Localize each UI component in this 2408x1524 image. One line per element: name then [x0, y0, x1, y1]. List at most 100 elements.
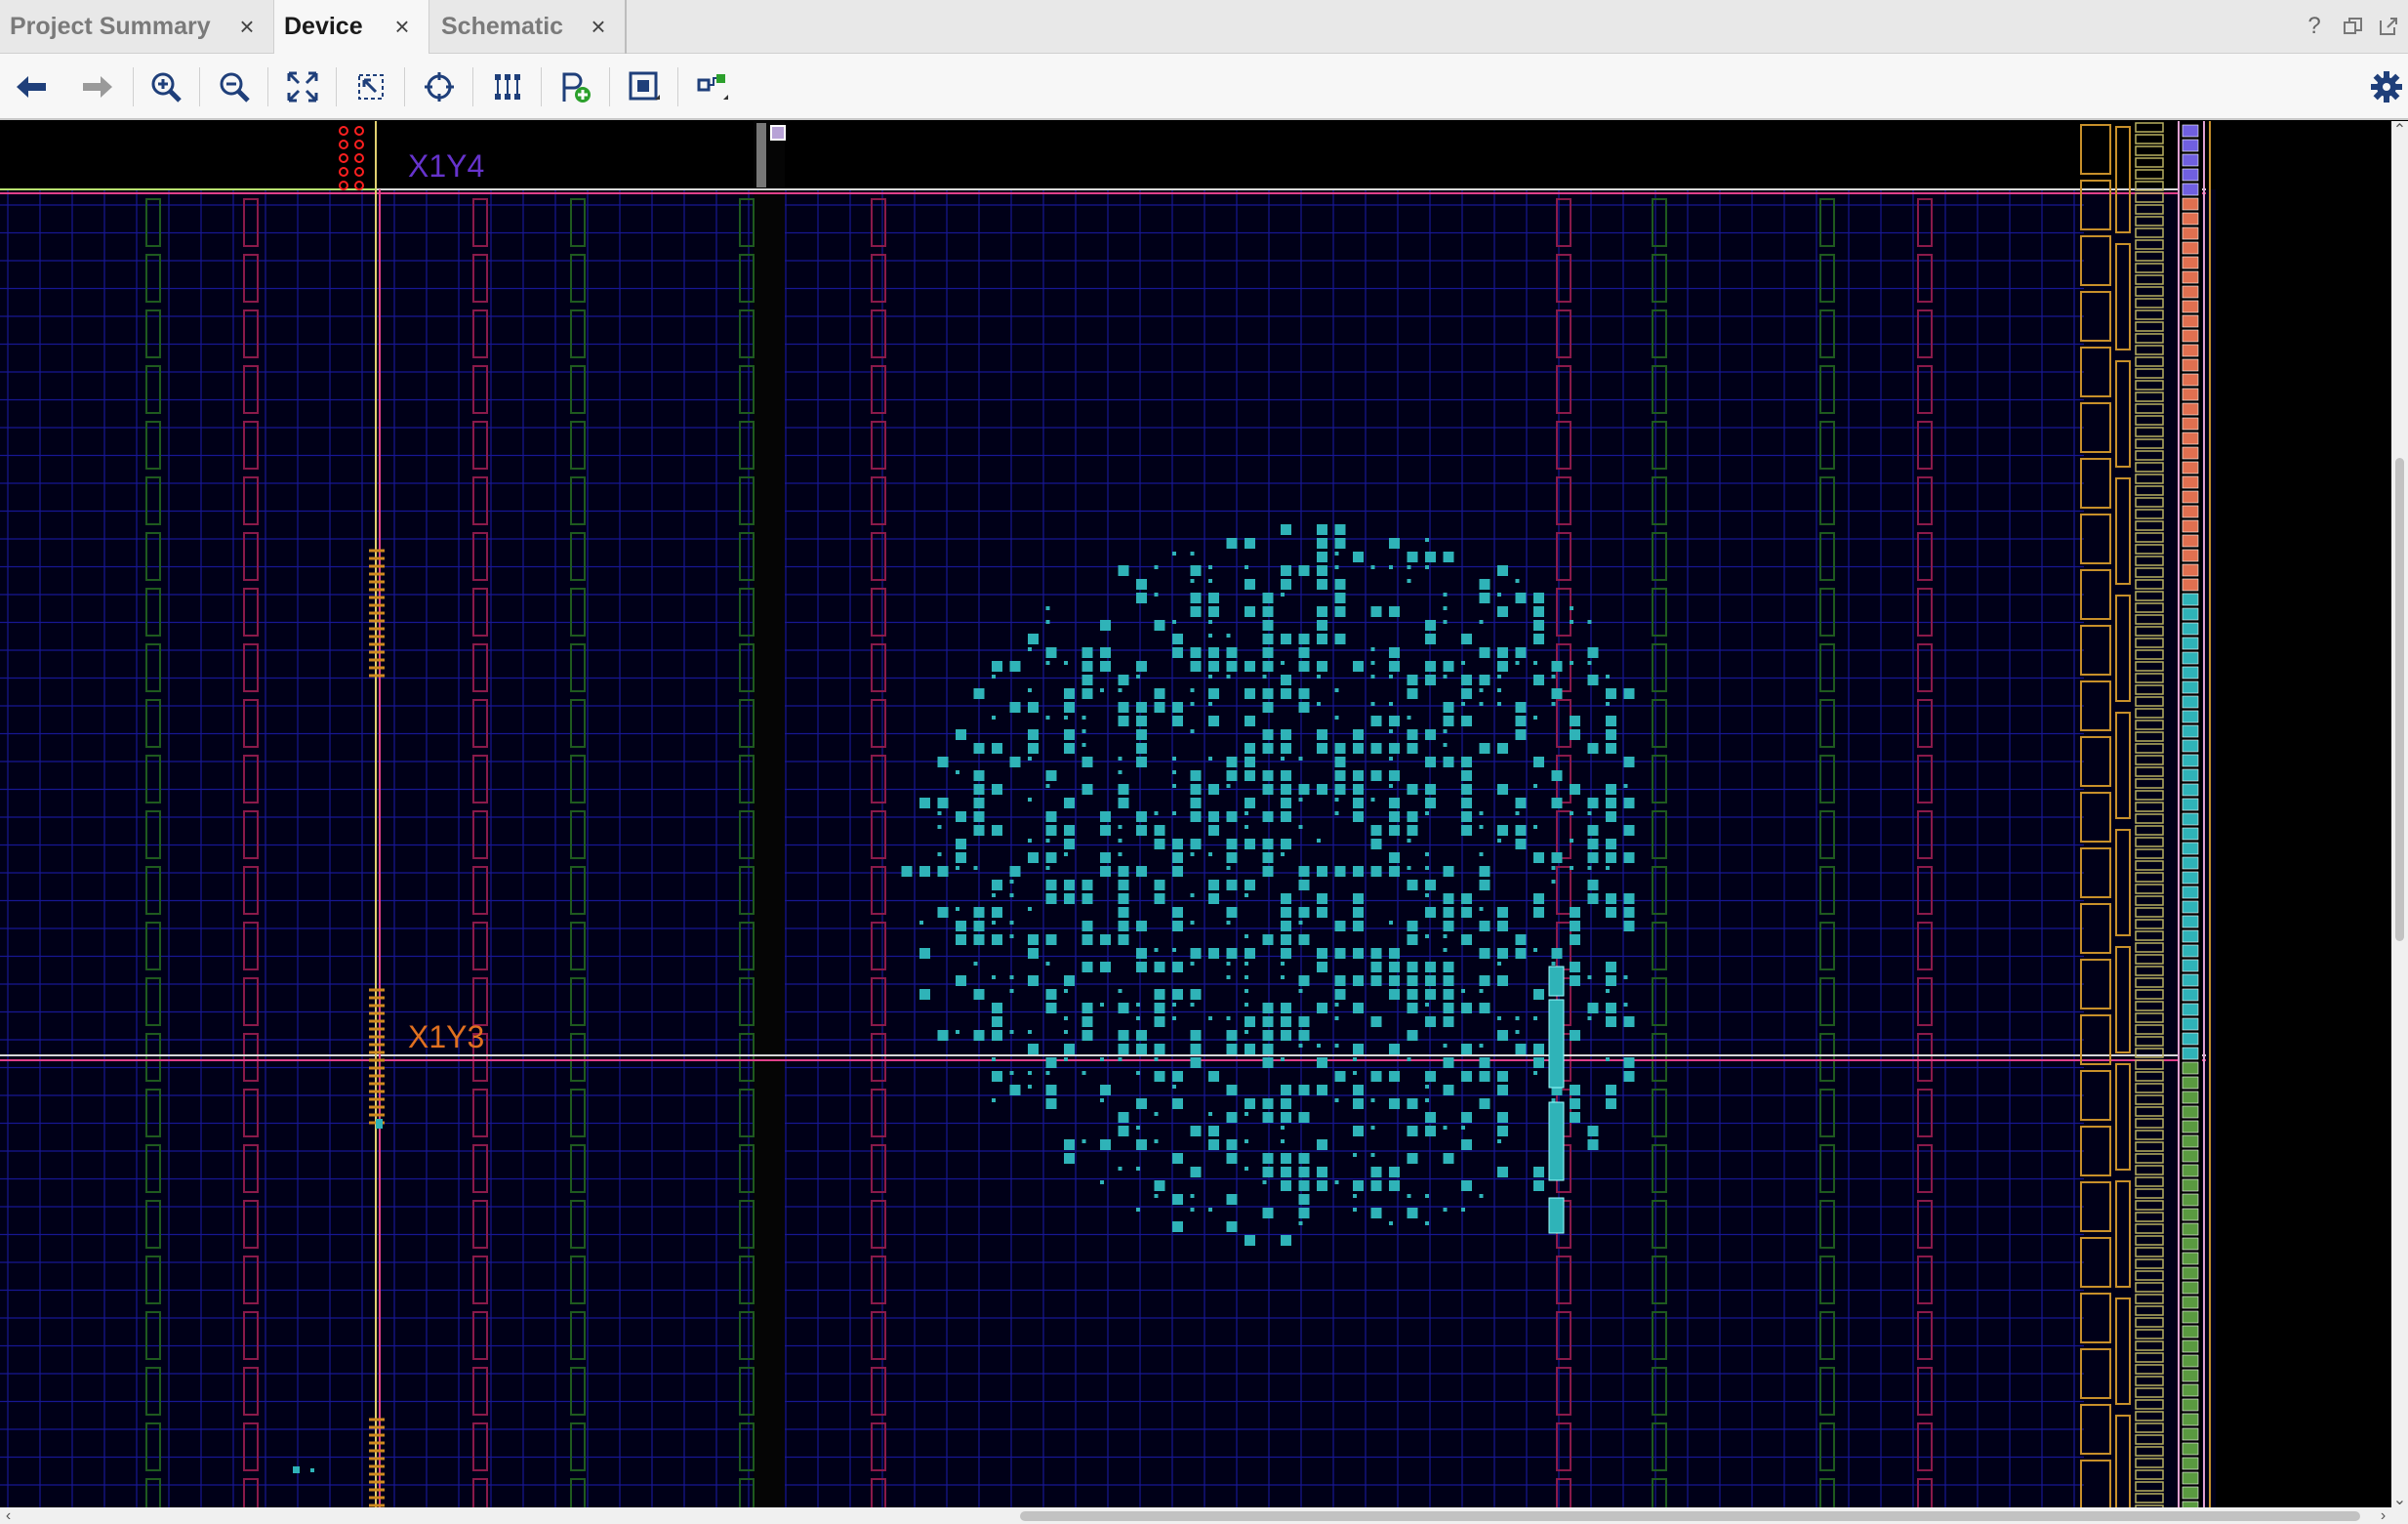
clock-spine-column	[754, 121, 785, 1507]
vertical-scroll-thumb[interactable]	[2395, 458, 2404, 941]
spine-block	[770, 125, 786, 141]
io-pin	[2182, 549, 2199, 562]
io-pin	[2182, 1486, 2199, 1500]
routing-resources-icon[interactable]	[486, 65, 529, 108]
close-icon[interactable]: ×	[234, 12, 260, 41]
io-pin	[2182, 724, 2199, 738]
restore-icon[interactable]	[2340, 13, 2367, 40]
io-pin	[2182, 505, 2199, 518]
io-pin	[2182, 593, 2199, 606]
io-pin	[2182, 534, 2199, 548]
close-icon[interactable]: ×	[586, 12, 611, 41]
io-pin	[2182, 1413, 2199, 1426]
io-pin	[2182, 871, 2199, 885]
io-pin	[2182, 432, 2199, 445]
zoom-fit-icon[interactable]	[281, 65, 324, 108]
io-pin	[2182, 1442, 2199, 1456]
io-pin	[2182, 1296, 2199, 1309]
io-pin	[2182, 1281, 2199, 1295]
scroll-up-icon[interactable]: ⌃	[2391, 121, 2408, 139]
io-pin	[2182, 183, 2199, 196]
show-io-banks-icon[interactable]	[623, 65, 666, 108]
close-icon[interactable]: ×	[389, 12, 415, 41]
device-floorplan[interactable]	[0, 121, 2408, 1507]
float-icon[interactable]	[2375, 13, 2402, 40]
placed-carry-chain	[1548, 966, 1565, 997]
zoom-selection-icon[interactable]	[349, 65, 392, 108]
io-pin	[2182, 1017, 2199, 1031]
scroll-right-icon[interactable]: ›	[2375, 1507, 2391, 1524]
io-pin	[2182, 944, 2199, 958]
io-pin	[2182, 1354, 2199, 1368]
io-pin	[2182, 988, 2199, 1002]
io-pin	[2182, 915, 2199, 928]
help-icon[interactable]: ?	[2301, 13, 2328, 40]
io-pin	[2182, 1105, 2199, 1119]
io-pin	[2182, 622, 2199, 636]
io-pin	[2182, 256, 2199, 269]
io-pin	[2182, 1266, 2199, 1280]
add-pblock-icon[interactable]	[554, 65, 597, 108]
io-pin	[2182, 1398, 2199, 1412]
io-pin	[2182, 578, 2199, 592]
placed-cell	[376, 1119, 383, 1129]
io-pin	[2182, 153, 2199, 167]
horizontal-scroll-thumb[interactable]	[1020, 1511, 2360, 1521]
io-pin	[2182, 212, 2199, 226]
scroll-down-icon[interactable]: ⌄	[2391, 1491, 2408, 1508]
device-view-canvas[interactable]: X1Y4 X1Y3	[0, 121, 2408, 1507]
io-pin	[2182, 1471, 2199, 1485]
io-pin	[2182, 1208, 2199, 1221]
io-pin	[2182, 886, 2199, 899]
io-pin	[2182, 959, 2199, 972]
vertical-scrollbar[interactable]: ⌃ ⌄	[2391, 121, 2408, 1508]
io-pin	[2182, 973, 2199, 987]
zoom-in-icon[interactable]	[144, 65, 187, 108]
zoom-out-icon[interactable]	[213, 65, 256, 108]
io-pin	[2182, 475, 2199, 489]
horizontal-scrollbar[interactable]: ‹ ›	[0, 1507, 2408, 1524]
io-pin	[2182, 1149, 2199, 1163]
io-pin	[2182, 1076, 2199, 1090]
io-pin	[2182, 300, 2199, 313]
io-pin	[2182, 666, 2199, 680]
tab-label: Schematic	[441, 13, 564, 40]
io-pin	[2182, 314, 2199, 328]
io-pin	[2182, 1369, 2199, 1382]
io-pin	[2182, 1237, 2199, 1251]
io-pin	[2182, 1120, 2199, 1133]
editor-tab-bar: Project Summary × Device × Schematic × ?	[0, 0, 2408, 54]
io-pin	[2182, 168, 2199, 182]
placed-carry-chain	[1548, 1101, 1565, 1181]
io-pin	[2182, 842, 2199, 855]
tab-schematic[interactable]: Schematic ×	[431, 0, 627, 54]
gear-icon[interactable]	[2365, 65, 2408, 108]
tab-project-summary[interactable]: Project Summary ×	[0, 0, 273, 54]
io-pin	[2182, 739, 2199, 753]
io-pin	[2182, 344, 2199, 357]
io-pin	[2182, 1325, 2199, 1339]
io-pin	[2182, 139, 2199, 152]
io-pin	[2182, 768, 2199, 782]
scroll-left-icon[interactable]: ‹	[0, 1507, 17, 1524]
io-pin	[2182, 1091, 2199, 1104]
io-pin	[2182, 388, 2199, 401]
io-pin	[2182, 900, 2199, 914]
forward-icon[interactable]	[76, 65, 119, 108]
auto-fit-selection-icon[interactable]	[418, 65, 461, 108]
vivado-device-window: Project Summary × Device × Schematic × ?	[0, 0, 2408, 1524]
io-pin	[2182, 827, 2199, 841]
io-pin	[2182, 197, 2199, 211]
back-icon[interactable]	[10, 65, 53, 108]
tab-label: Device	[284, 13, 363, 40]
io-pin	[2182, 490, 2199, 504]
io-pin	[2182, 607, 2199, 621]
tab-label: Project Summary	[10, 13, 211, 40]
io-pin	[2182, 754, 2199, 767]
clock-region-label-x1y3: X1Y3	[408, 1019, 485, 1054]
tab-device[interactable]: Device ×	[273, 0, 429, 54]
io-pin	[2182, 1134, 2199, 1148]
io-pin	[2182, 798, 2199, 811]
io-pin	[2182, 1003, 2199, 1016]
select-nets-icon[interactable]	[691, 65, 734, 108]
